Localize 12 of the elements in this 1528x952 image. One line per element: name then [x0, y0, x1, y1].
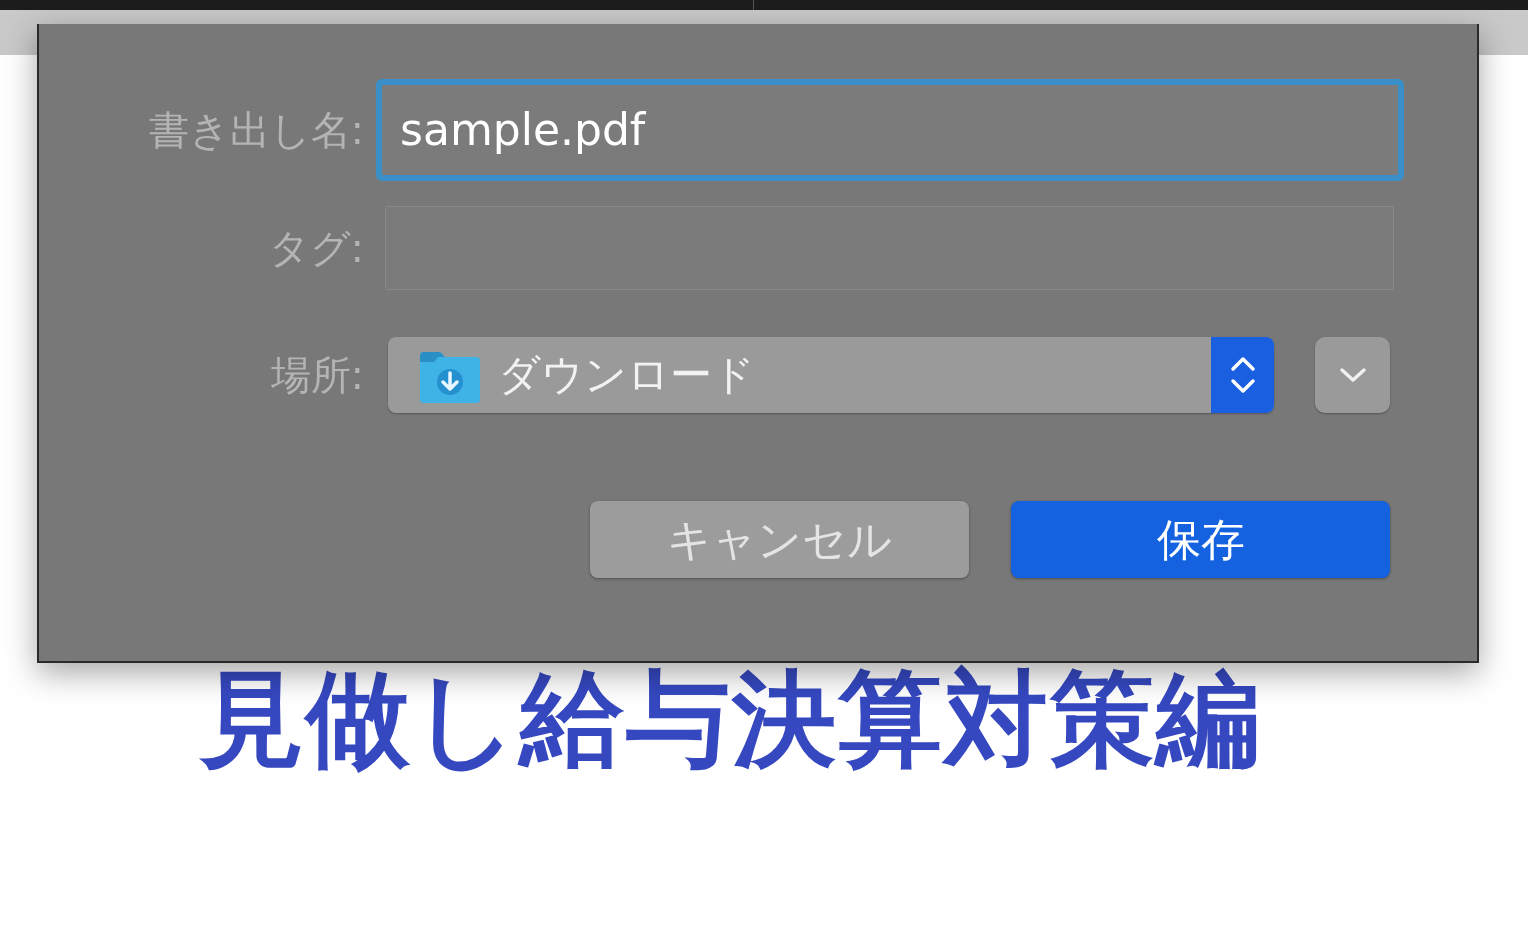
- expand-button[interactable]: [1315, 337, 1390, 413]
- filename-field[interactable]: sample.pdf: [376, 79, 1404, 181]
- field-label: 場所:: [269, 355, 364, 395]
- chevron-down-icon: [1337, 366, 1368, 384]
- field-label: タグ:: [267, 228, 364, 268]
- cancel-button[interactable]: キャンセル: [590, 501, 969, 578]
- stepper-icon: [1211, 337, 1274, 413]
- document-heading: 見做し給与決算対策編: [200, 658, 1262, 780]
- field-label: 書き出し名:: [147, 110, 364, 150]
- location-value: ダウンロード: [498, 354, 755, 396]
- location-popup[interactable]: ダウンロード: [388, 337, 1274, 413]
- save-button[interactable]: 保存: [1011, 501, 1390, 578]
